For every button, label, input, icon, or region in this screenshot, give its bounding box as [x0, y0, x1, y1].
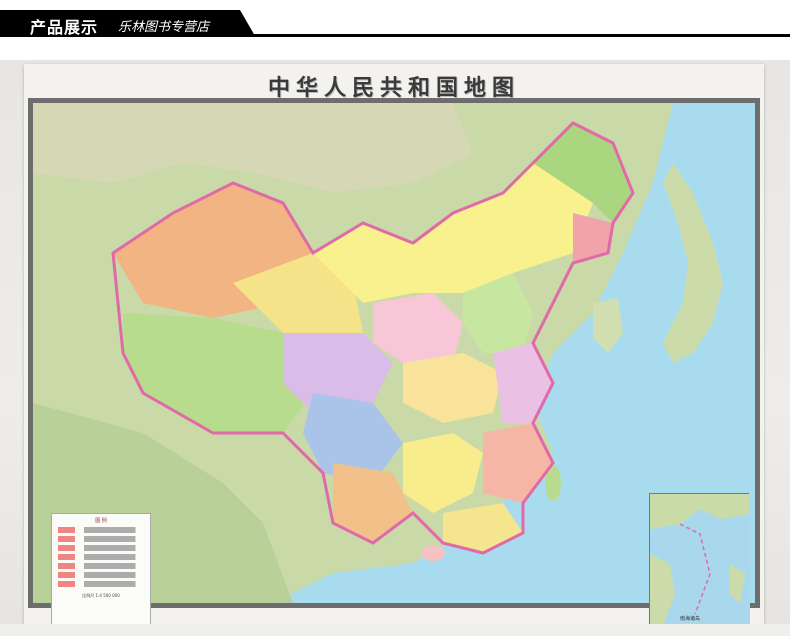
legend-row	[58, 527, 144, 533]
map-legend: 图 例 比例尺 1:4 500 000	[51, 513, 151, 633]
section-title: 产品展示	[30, 18, 99, 37]
poster-rod	[0, 624, 790, 636]
scale-text: 比例尺 1:4 500 000	[82, 593, 120, 598]
inset-map	[650, 494, 750, 634]
south-sea-inset: 南海诸岛	[649, 493, 750, 634]
legend-row	[58, 563, 144, 569]
legend-heading: 图 例	[95, 518, 107, 524]
legend-row	[58, 545, 144, 551]
legend-row	[58, 554, 144, 560]
map-poster: 中华人民共和国地图 图 例 比例尺 1:4 500 000 南海诸岛	[24, 64, 764, 634]
legend-row	[58, 536, 144, 542]
legend-row	[58, 581, 144, 587]
inset-label: 南海诸岛	[680, 616, 701, 622]
store-name: 乐林图书专营店	[118, 20, 210, 35]
page-header: 产品展示 乐林图书专营店	[0, 0, 790, 40]
map-frame: 图 例 比例尺 1:4 500 000 南海诸岛	[28, 98, 760, 634]
legend-row	[58, 572, 144, 578]
